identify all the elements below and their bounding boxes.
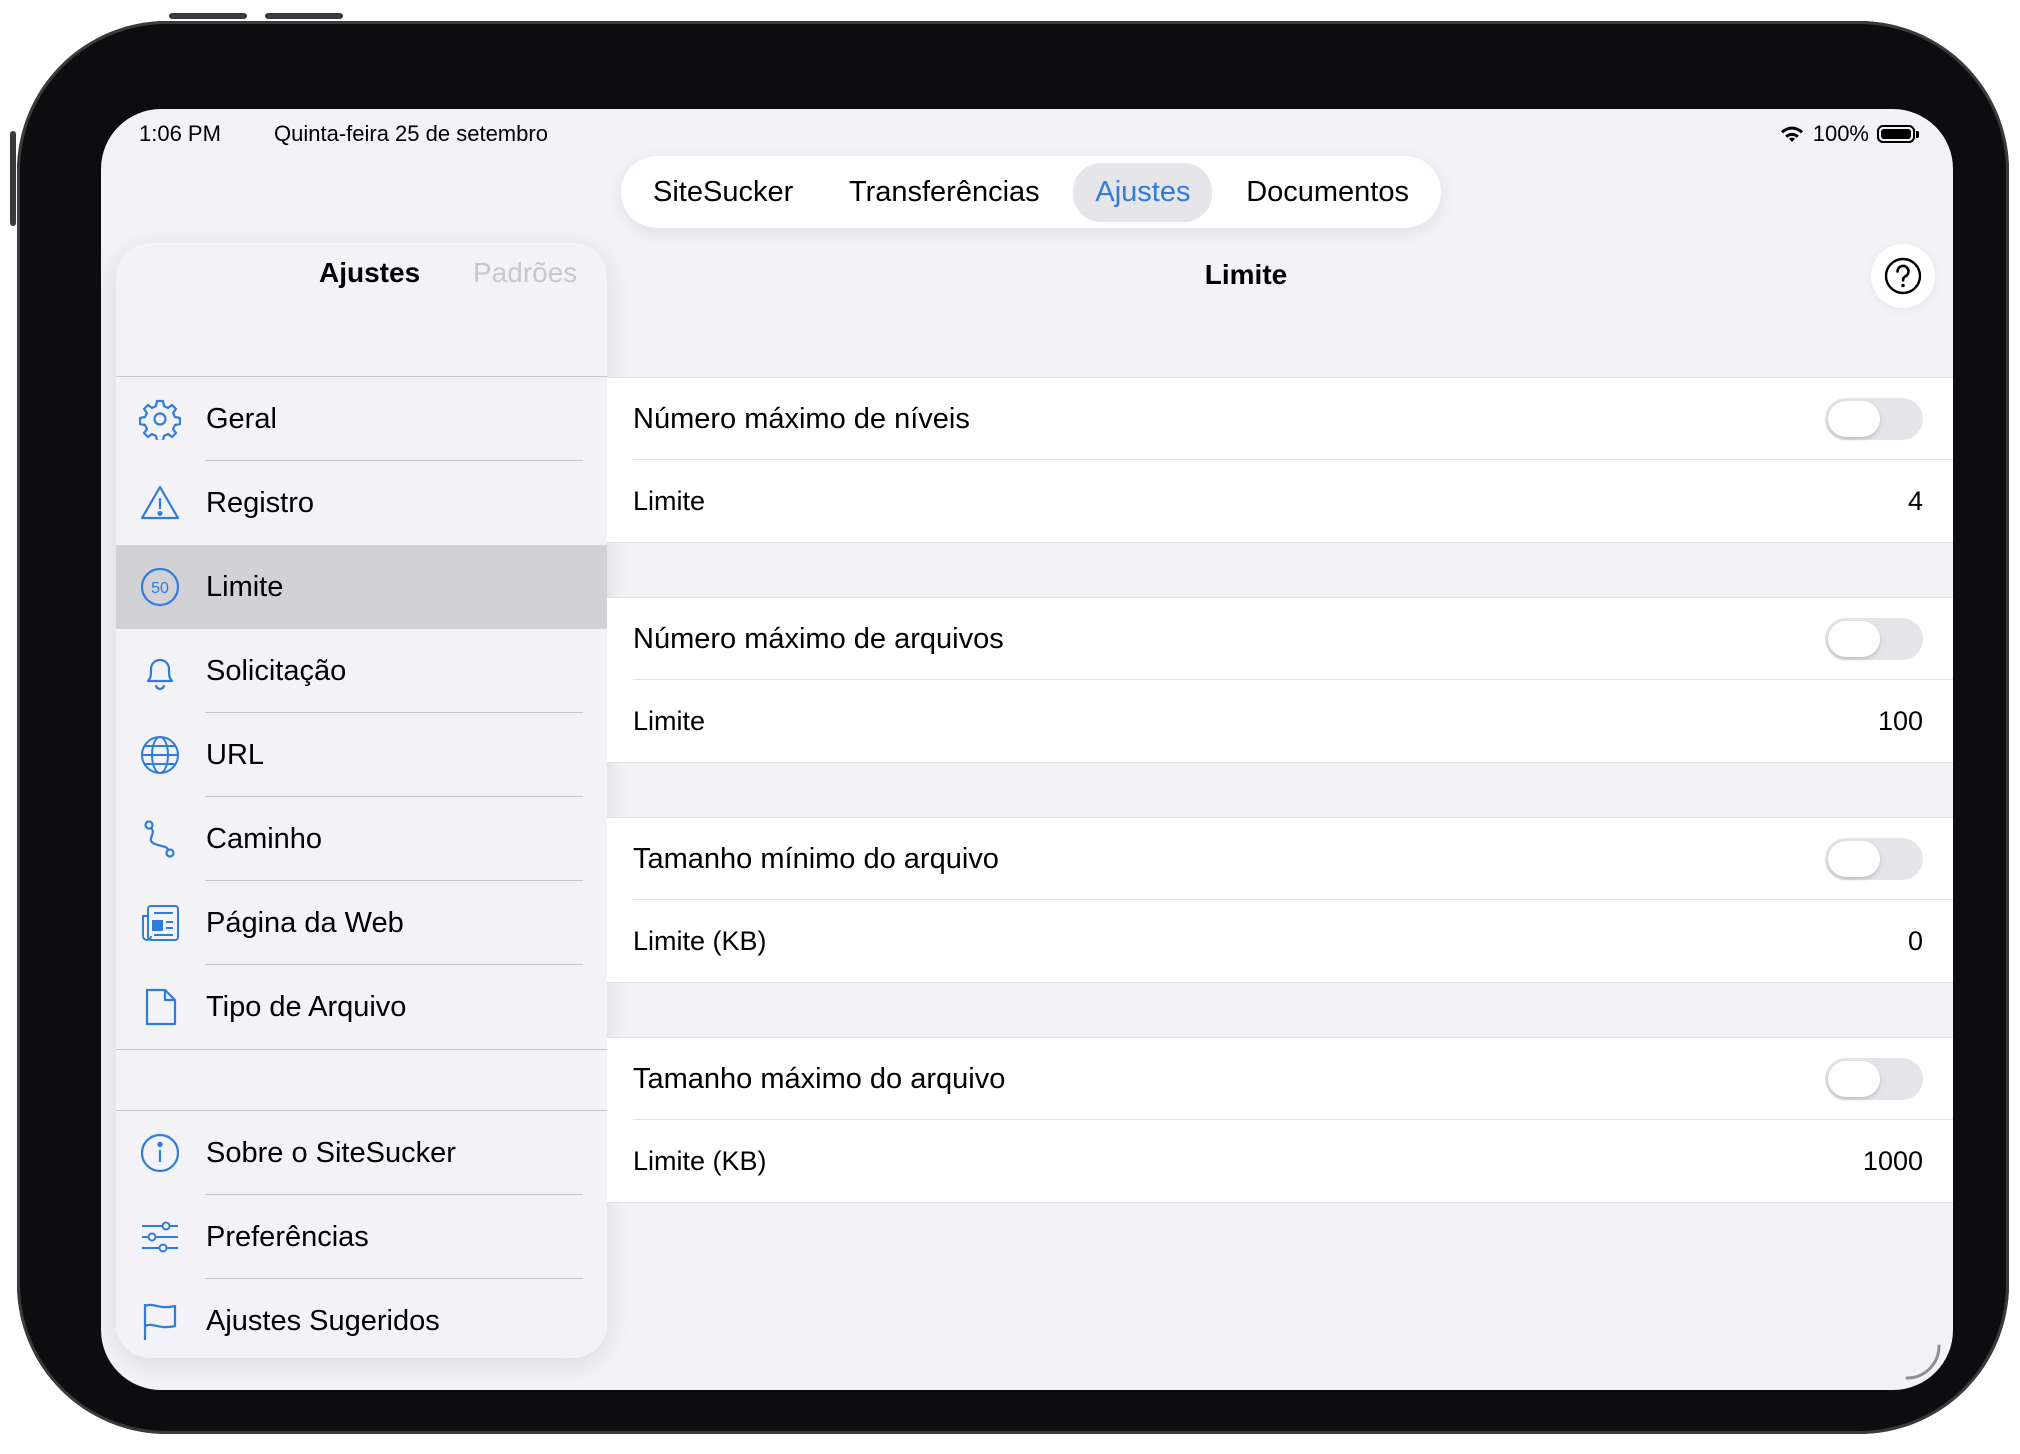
sidebar-item-url[interactable]: URL <box>116 713 607 797</box>
sidebar-item-label: Página da Web <box>206 906 404 939</box>
toggle-label: Tamanho mínimo do arquivo <box>633 842 999 875</box>
settings-group: Tamanho máximo do arquivo Limite (KB) 10… <box>607 1037 1953 1203</box>
toggle-label: Número máximo de níveis <box>633 402 970 435</box>
tab-transferencias[interactable]: Transferências <box>827 163 1062 222</box>
flag-icon <box>138 1299 182 1343</box>
status-date: Quinta-feira 25 de setembro <box>274 121 548 146</box>
bell-icon <box>138 649 182 693</box>
page-title: Limite <box>1204 259 1288 290</box>
sidebar-item-limite[interactable]: 50 Limite <box>116 545 607 629</box>
toggle-row: Tamanho máximo do arquivo <box>607 1038 1953 1120</box>
tab-ajustes[interactable]: Ajustes <box>1073 162 1213 222</box>
limit-label: Limite (KB) <box>633 1145 767 1176</box>
toggle-row: Número máximo de arquivos <box>607 598 1953 680</box>
warning-icon <box>138 481 182 525</box>
globe-icon <box>138 733 182 777</box>
top-button <box>10 131 16 226</box>
sidebar-item-label: Tipo de Arquivo <box>206 990 407 1023</box>
path-icon <box>138 817 182 861</box>
sidebar-item-registro[interactable]: Registro <box>116 461 607 545</box>
limit-value[interactable]: 100 <box>1878 706 1923 737</box>
sidebar-item-label: Caminho <box>206 822 323 855</box>
max-levels-toggle[interactable] <box>1825 398 1923 440</box>
battery-percent: 100% <box>1812 121 1869 146</box>
limit-50-icon: 50 <box>138 565 182 609</box>
info-icon <box>138 1131 182 1175</box>
sidebar-item-label: Solicitação <box>206 654 347 687</box>
sidebar-item-label: Registro <box>206 486 314 519</box>
min-file-size-toggle[interactable] <box>1825 838 1923 880</box>
sidebar-item-tipo-de-arquivo[interactable]: Tipo de Arquivo <box>116 965 607 1049</box>
sidebar-item-preferencias[interactable]: Preferências <box>116 1195 607 1279</box>
document-icon <box>138 985 182 1029</box>
tab-sitesucker[interactable]: SiteSucker <box>631 163 815 222</box>
sidebar-item-geral[interactable]: Geral <box>116 377 607 461</box>
sidebar: Ajustes Padrões Geral Registro 50 Limite… <box>116 243 607 1358</box>
sidebar-item-label: Sobre o SiteSucker <box>206 1136 456 1169</box>
volume-button <box>265 13 343 19</box>
limit-value[interactable]: 4 <box>1908 486 1923 517</box>
sidebar-item-sobre[interactable]: Sobre o SiteSucker <box>116 1111 607 1195</box>
sidebar-title: Ajustes <box>319 257 421 288</box>
sidebar-item-solicitacao[interactable]: Solicitação <box>116 629 607 713</box>
limit-row[interactable]: Limite 100 <box>607 680 1953 762</box>
tab-documentos[interactable]: Documentos <box>1224 163 1431 222</box>
sidebar-settings-list: Geral Registro 50 Limite Solicitação URL… <box>116 376 607 1050</box>
sidebar-item-label: Preferências <box>206 1220 369 1253</box>
toggle-row: Tamanho mínimo do arquivo <box>607 818 1953 900</box>
limit-row[interactable]: Limite 4 <box>607 460 1953 542</box>
toggle-row: Número máximo de níveis <box>607 378 1953 460</box>
help-button[interactable] <box>1871 244 1935 308</box>
toggle-label: Número máximo de arquivos <box>633 622 1004 655</box>
limit-row[interactable]: Limite (KB) 0 <box>607 900 1953 982</box>
limit-label: Limite <box>633 485 706 516</box>
sidebar-item-label: Ajustes Sugeridos <box>206 1304 440 1337</box>
svg-text:50: 50 <box>151 580 169 597</box>
settings-group: Número máximo de níveis Limite 4 <box>607 377 1953 543</box>
settings-group: Número máximo de arquivos Limite 100 <box>607 597 1953 763</box>
toggle-label: Tamanho máximo do arquivo <box>633 1062 1006 1095</box>
sidebar-app-list: Sobre o SiteSucker Preferências Ajustes … <box>116 1110 607 1358</box>
wifi-icon <box>1780 126 1803 142</box>
battery-icon <box>1877 125 1919 143</box>
status-time: 1:06 PM <box>139 121 221 146</box>
limit-label: Limite (KB) <box>633 925 767 956</box>
settings-group: Tamanho mínimo do arquivo Limite (KB) 0 <box>607 817 1953 983</box>
sidebar-item-label: URL <box>206 738 265 771</box>
limit-value[interactable]: 1000 <box>1863 1146 1923 1177</box>
sliders-icon <box>138 1215 182 1259</box>
resize-handle-icon[interactable] <box>1903 1342 1943 1382</box>
question-icon <box>1884 257 1922 295</box>
newspaper-icon <box>138 901 182 945</box>
defaults-button[interactable]: Padrões <box>473 257 577 289</box>
ipad-frame: 1:06 PM Quinta-feira 25 de setembro 100%… <box>10 13 2009 1434</box>
status-bar: 1:06 PM Quinta-feira 25 de setembro 100% <box>139 121 1919 161</box>
limit-value[interactable]: 0 <box>1908 926 1923 957</box>
limit-label: Limite <box>633 705 706 736</box>
volume-button <box>169 13 247 19</box>
sidebar-item-label: Limite <box>206 570 284 603</box>
max-files-toggle[interactable] <box>1825 618 1923 660</box>
sidebar-item-ajustes-sugeridos[interactable]: Ajustes Sugeridos <box>116 1279 607 1358</box>
tab-bar: SiteSucker Transferências Ajustes Docume… <box>621 156 1441 228</box>
gear-icon <box>138 397 182 441</box>
limit-row[interactable]: Limite (KB) 1000 <box>607 1120 1953 1202</box>
sidebar-item-pagina-da-web[interactable]: Página da Web <box>116 881 607 965</box>
sidebar-item-label: Geral <box>206 402 277 435</box>
screen: 1:06 PM Quinta-feira 25 de setembro 100%… <box>101 109 1953 1390</box>
max-file-size-toggle[interactable] <box>1825 1058 1923 1100</box>
sidebar-item-caminho[interactable]: Caminho <box>116 797 607 881</box>
